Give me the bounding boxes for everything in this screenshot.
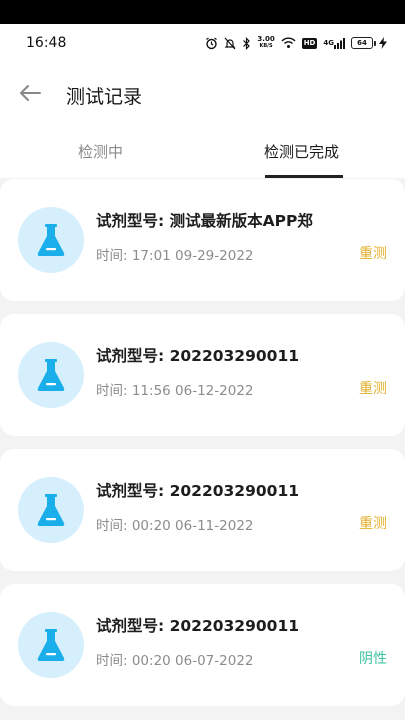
status-icons: 3.00 KB/S HD 4G 64 [205, 36, 387, 50]
back-button[interactable] [14, 78, 46, 108]
charging-icon [379, 37, 387, 49]
record-card[interactable]: 试剂型号: 202203290011 时间: 00:20 06-07-2022 … [0, 584, 405, 706]
flask-avatar [18, 612, 84, 678]
net-speed: 3.00 KB/S [257, 35, 275, 50]
record-card[interactable]: 试剂型号: 202203290011 时间: 00:20 06-11-2022 … [0, 449, 405, 571]
mute-bell-icon [224, 37, 236, 50]
bluetooth-icon [242, 36, 251, 50]
flask-avatar [18, 342, 84, 408]
record-title: 试剂型号: 202203290011 [96, 347, 300, 365]
flask-icon [37, 359, 65, 391]
app-header: 测试记录 [0, 62, 405, 124]
alarm-icon [205, 37, 218, 50]
page-title: 测试记录 [66, 86, 143, 108]
flask-avatar [18, 207, 84, 273]
record-status[interactable]: 重测 [359, 243, 387, 263]
record-status[interactable]: 重测 [359, 513, 387, 533]
tab-in-progress[interactable]: 检测中 [78, 141, 123, 162]
top-black-strip [0, 0, 405, 24]
battery-icon: 64 [351, 37, 376, 49]
hd-badge: HD [301, 37, 318, 49]
record-title: 试剂型号: 202203290011 [96, 482, 300, 500]
signal-bars-icon [334, 37, 345, 49]
record-title: 试剂型号: 测试最新版本APP郑 [96, 212, 313, 230]
status-bar: 16:48 3.00 KB/S HD 4G 64 [0, 24, 405, 62]
active-tab-indicator [265, 175, 343, 178]
arrow-left-icon [20, 85, 41, 101]
flask-icon [37, 629, 65, 661]
flask-icon [37, 494, 65, 526]
record-card[interactable]: 试剂型号: 202203290011 时间: 11:56 06-12-2022 … [0, 314, 405, 436]
record-time: 时间: 11:56 06-12-2022 [96, 383, 254, 399]
tab-completed[interactable]: 检测已完成 [264, 141, 339, 162]
tab-bar: 检测中 检测已完成 [0, 124, 405, 178]
record-status[interactable]: 阴性 [359, 648, 387, 668]
record-time: 时间: 00:20 06-11-2022 [96, 518, 254, 534]
status-time: 16:48 [26, 35, 67, 51]
flask-avatar [18, 477, 84, 543]
bottom-area [0, 712, 405, 720]
record-status[interactable]: 重测 [359, 378, 387, 398]
wifi-icon [281, 37, 296, 49]
flask-icon [37, 224, 65, 256]
signal-indicator: 4G [323, 37, 345, 49]
record-card[interactable]: 试剂型号: 测试最新版本APP郑 时间: 17:01 09-29-2022 重测 [0, 179, 405, 301]
record-time: 时间: 00:20 06-07-2022 [96, 653, 254, 669]
record-time: 时间: 17:01 09-29-2022 [96, 248, 254, 264]
record-title: 试剂型号: 202203290011 [96, 617, 300, 635]
